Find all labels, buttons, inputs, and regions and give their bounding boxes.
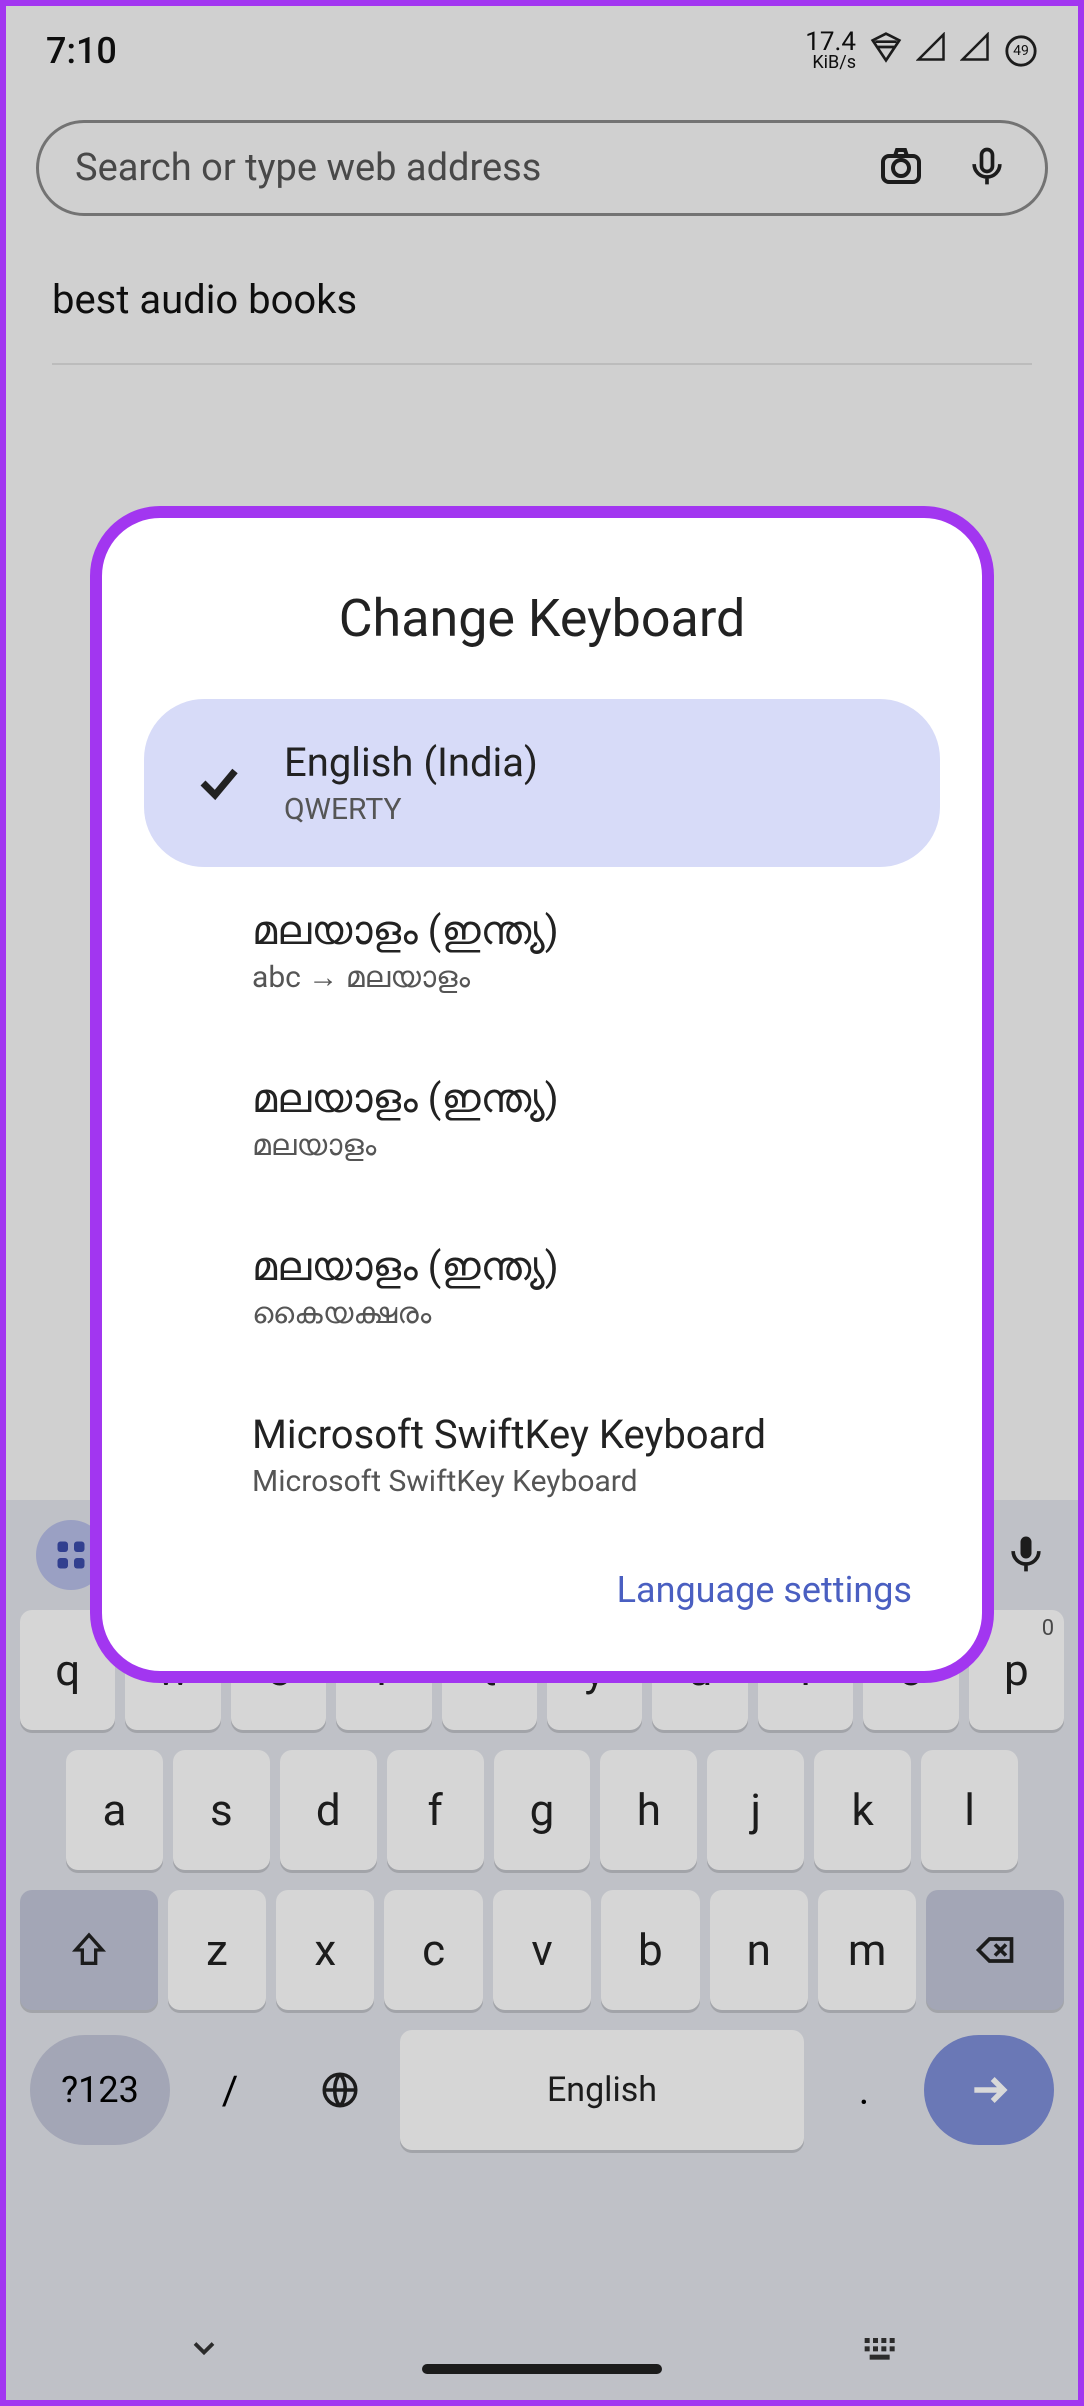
address-placeholder: Search or type web address (75, 146, 847, 190)
keyboard-option-malayalam-handwrite[interactable]: മലയാളം (ഇന്ത്യ) കൈയക്ഷരം (152, 1203, 932, 1371)
keyboard-option-name: English (India) (284, 739, 900, 786)
key-d[interactable]: d (280, 1750, 377, 1870)
keyboard-row-3: z x c v b n m (6, 1890, 1078, 2010)
key-x[interactable]: x (276, 1890, 374, 2010)
key-a[interactable]: a (66, 1750, 163, 1870)
language-settings-link[interactable]: Language settings (617, 1569, 912, 1611)
status-bar: 7:10 17.4 KiB/s 49 (6, 6, 1078, 96)
keyboard-option-malayalam-native[interactable]: മലയാളം (ഇന്ത്യ) മലയാളം (152, 1035, 932, 1203)
check-icon (184, 759, 254, 807)
globe-key[interactable] (290, 2035, 390, 2145)
address-bar[interactable]: Search or type web address (36, 120, 1048, 216)
key-g[interactable]: g (494, 1750, 591, 1870)
space-key[interactable]: English (400, 2030, 804, 2150)
change-keyboard-dialog: Change Keyboard English (India) QWERTY മ… (90, 506, 994, 1683)
keyboard-hide-icon[interactable] (858, 2328, 898, 2372)
keyboard-option-swiftkey[interactable]: Microsoft SwiftKey Keyboard Microsoft Sw… (152, 1371, 932, 1539)
key-z[interactable]: z (168, 1890, 266, 2010)
home-indicator[interactable] (422, 2364, 662, 2374)
keyboard-option-sub: QWERTY (284, 792, 900, 827)
nav-back-icon[interactable] (186, 2330, 222, 2370)
shift-key[interactable] (20, 1890, 158, 2010)
vpn-icon (870, 31, 902, 72)
key-n[interactable]: n (710, 1890, 808, 2010)
history-list: best audio books (6, 216, 1078, 405)
nav-bar (6, 2300, 1078, 2400)
keyboard-option-name: മലയാളം (ഇന്ത്യ) (252, 907, 932, 954)
keyboard-option-name: മലയാളം (ഇന്ത്യ) (252, 1243, 932, 1290)
keyboard-row-4: ?123 / English . (6, 2030, 1078, 2150)
slash-key[interactable]: / (180, 2035, 280, 2145)
key-b[interactable]: b (601, 1890, 699, 2010)
keyboard-row-2: a s d f g h j k l (6, 1750, 1078, 1870)
signal-icon-2 (960, 31, 990, 71)
camera-icon[interactable] (877, 142, 925, 194)
period-key[interactable]: . (814, 2035, 914, 2145)
key-l[interactable]: l (921, 1750, 1018, 1870)
keyboard-option-english[interactable]: English (India) QWERTY (144, 699, 940, 867)
keyboard-list: English (India) QWERTY മലയാളം (ഇന്ത്യ) a… (102, 699, 982, 1539)
keyboard-option-malayalam-translit[interactable]: മലയാളം (ഇന്ത്യ) abc → മലയാളം (152, 867, 932, 1035)
dialog-title: Change Keyboard (102, 588, 982, 649)
symbols-key[interactable]: ?123 (30, 2035, 170, 2145)
keyboard-option-sub: കൈയക്ഷരം (252, 1296, 932, 1331)
keyboard-option-sub: Microsoft SwiftKey Keyboard (252, 1464, 932, 1499)
key-c[interactable]: c (384, 1890, 482, 2010)
key-k[interactable]: k (814, 1750, 911, 1870)
key-j[interactable]: j (707, 1750, 804, 1870)
battery-icon: 49 (1004, 34, 1038, 68)
mic-icon[interactable] (965, 144, 1009, 192)
key-f[interactable]: f (387, 1750, 484, 1870)
keyboard-mic-icon[interactable] (1004, 1531, 1048, 1579)
key-m[interactable]: m (818, 1890, 916, 2010)
status-icons: 17.4 KiB/s 49 (805, 31, 1038, 72)
backspace-key[interactable] (926, 1890, 1064, 2010)
keyboard-option-name: മലയാളം (ഇന്ത്യ) (252, 1075, 932, 1122)
network-speed: 17.4 KiB/s (805, 31, 856, 71)
keyboard-option-sub: മലയാളം (252, 1128, 932, 1163)
history-item[interactable]: best audio books (52, 276, 1032, 365)
enter-key[interactable] (924, 2035, 1054, 2145)
key-v[interactable]: v (493, 1890, 591, 2010)
keyboard-option-name: Microsoft SwiftKey Keyboard (252, 1411, 932, 1458)
clock: 7:10 (46, 30, 117, 72)
key-s[interactable]: s (173, 1750, 270, 1870)
signal-icon-1 (916, 31, 946, 71)
keyboard-option-sub: abc → മലയാളം (252, 960, 932, 995)
key-h[interactable]: h (600, 1750, 697, 1870)
